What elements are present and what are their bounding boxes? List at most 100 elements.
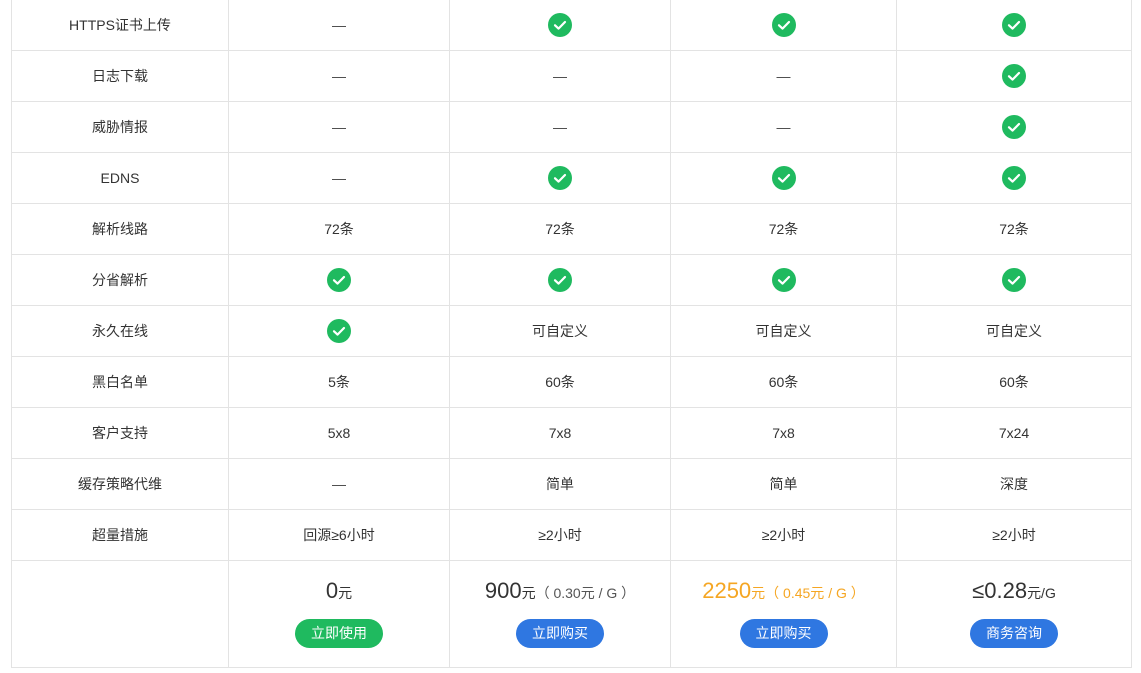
plan-cell: 60条: [896, 356, 1132, 408]
table-row: 日志下载 — — —: [11, 50, 1132, 102]
plan-cell: ≥2小时: [670, 509, 897, 561]
not-available-dash: —: [332, 68, 346, 84]
table-row: 威胁情报 — — —: [11, 101, 1132, 153]
cell-value: 72条: [768, 221, 799, 237]
check-circle-icon: [1002, 64, 1026, 88]
not-available-dash: —: [553, 119, 567, 135]
plan-cell: —: [449, 50, 671, 102]
plan-cell: [449, 0, 671, 51]
cell-value: 60条: [999, 374, 1029, 390]
plan-cell: ≥2小时: [449, 509, 671, 561]
table-row: 客户支持 5x8 7x8 7x8 7x24: [11, 407, 1132, 459]
check-circle-icon: [548, 166, 572, 190]
plan-cell: [449, 254, 671, 306]
plan-cell: 60条: [449, 356, 671, 408]
table-row: 缓存策略代维 — 简单 简单 深度: [11, 458, 1132, 510]
plan-cell: [449, 152, 671, 204]
cell-value: 7x24: [998, 425, 1030, 441]
price-unit: 元/G: [1027, 585, 1056, 601]
plan-cell: [896, 50, 1132, 102]
cell-value: 可自定义: [986, 323, 1042, 339]
plan-cell: [670, 0, 897, 51]
plan-cell: 深度: [896, 458, 1132, 510]
price-cell: 2250元（ 0.45元 / G ） 立即购买: [670, 560, 897, 668]
cell-value: 60条: [768, 374, 799, 390]
not-available-dash: —: [332, 119, 346, 135]
check-circle-icon: [548, 13, 572, 37]
check-circle-icon: [327, 319, 351, 343]
price: ≤0.28元/G: [897, 574, 1131, 608]
cell-value: 5条: [328, 374, 350, 390]
plan-cell: 72条: [449, 203, 671, 255]
price-amount: ≤0.28: [972, 578, 1028, 603]
plan-cell: 5x8: [228, 407, 450, 459]
cell-value: 简单: [769, 476, 798, 492]
feature-label: 日志下载: [11, 50, 229, 102]
plan-cell: [896, 152, 1132, 204]
not-available-dash: —: [776, 119, 791, 135]
plan-cell: 7x8: [670, 407, 897, 459]
cell-value: ≥2小时: [761, 527, 806, 543]
plan-cell: 简单: [670, 458, 897, 510]
price: 2250元（ 0.45元 / G ）: [671, 574, 896, 608]
price: 0元: [229, 574, 449, 608]
cell-value: 72条: [324, 221, 354, 237]
plan-cell: 5条: [228, 356, 450, 408]
feature-label: 解析线路: [11, 203, 229, 255]
plan-cell: 60条: [670, 356, 897, 408]
table-row: HTTPS证书上传 —: [11, 0, 1132, 51]
plan-cell: —: [670, 50, 897, 102]
plan-cell: 可自定义: [896, 305, 1132, 357]
table-row: 分省解析: [11, 254, 1132, 306]
plan-cell: —: [228, 458, 450, 510]
comparison-table: HTTPS证书上传 — 日志下载 — — — 威胁情报 — — — EDNS — 解析线路 72条 72条 7…: [11, 0, 1132, 668]
feature-label: HTTPS证书上传: [11, 0, 229, 51]
check-circle-icon: [327, 268, 351, 292]
cell-value: 可自定义: [755, 323, 812, 339]
price-unit: 元: [338, 585, 353, 601]
plan-cell: 回源≥6小时: [228, 509, 450, 561]
price: 900元（ 0.30元 / G ）: [450, 574, 670, 608]
plan-cell: —: [228, 50, 450, 102]
plan-cell: [228, 305, 450, 357]
feature-label: 黑白名单: [11, 356, 229, 408]
plan-cell: 可自定义: [670, 305, 897, 357]
feature-label: 分省解析: [11, 254, 229, 306]
business-consult-button[interactable]: 商务咨询: [970, 619, 1058, 648]
plan-cell: 72条: [896, 203, 1132, 255]
plan-cell: [896, 101, 1132, 153]
table-row: 黑白名单 5条 60条 60条 60条: [11, 356, 1132, 408]
check-circle-icon: [771, 13, 796, 37]
price-row-label: [11, 560, 229, 668]
feature-label: EDNS: [11, 152, 229, 204]
price-row: 0元 立即使用 900元（ 0.30元 / G ）立即购买 2250元（ 0.45元 …: [11, 560, 1132, 668]
table-row: EDNS —: [11, 152, 1132, 204]
plan-cell: 简单: [449, 458, 671, 510]
cell-value: 简单: [546, 476, 574, 492]
check-circle-icon: [1002, 115, 1026, 139]
plan-cell: [670, 254, 897, 306]
price-unit: 元: [521, 585, 536, 601]
feature-label: 超量措施: [11, 509, 229, 561]
cell-value: 回源≥6小时: [303, 527, 375, 543]
plan-cell: 7x8: [449, 407, 671, 459]
cell-value: 72条: [545, 221, 575, 237]
plan-cell: [670, 152, 897, 204]
use-now-button[interactable]: 立即使用: [295, 619, 383, 648]
price-amount: 900: [484, 578, 522, 603]
check-circle-icon: [1002, 166, 1026, 190]
price-unit: 元: [751, 585, 766, 601]
buy-now-button[interactable]: 立即购买: [739, 619, 828, 648]
plan-cell: 72条: [228, 203, 450, 255]
buy-now-button[interactable]: 立即购买: [516, 619, 604, 648]
check-circle-icon: [548, 268, 572, 292]
plan-cell: —: [228, 0, 450, 51]
check-circle-icon: [1002, 268, 1026, 292]
plan-cell: 72条: [670, 203, 897, 255]
price-amount: 0: [325, 578, 339, 603]
cell-value: 7x8: [548, 425, 572, 441]
cell-value: 60条: [545, 374, 575, 390]
plan-cell: [228, 254, 450, 306]
plan-cell: —: [449, 101, 671, 153]
check-circle-icon: [771, 166, 796, 190]
